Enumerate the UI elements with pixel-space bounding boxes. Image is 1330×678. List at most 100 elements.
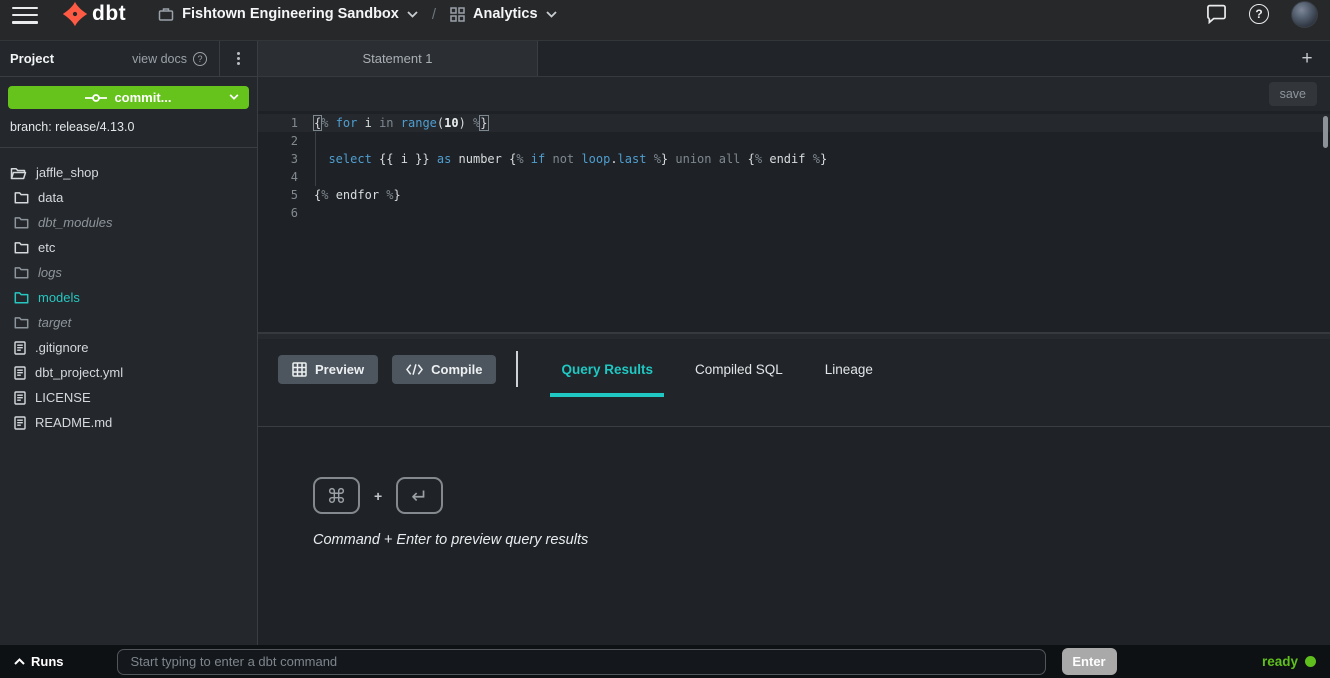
- line-number: 6: [258, 204, 298, 222]
- editor-tab-bar: Statement 1 +: [258, 41, 1330, 77]
- code-line-5[interactable]: 5 {% endfor %}: [258, 186, 1330, 204]
- results-panel-header: Preview Compile Query Results: [258, 339, 1330, 427]
- code-text: {% for i in range(10) %}: [314, 114, 488, 132]
- tree-item-label: logs: [38, 265, 62, 280]
- account-switcher[interactable]: Fishtown Engineering Sandbox: [158, 6, 418, 22]
- enter-button[interactable]: Enter: [1062, 648, 1117, 675]
- tree-item-label: models: [38, 290, 80, 305]
- enter-key-icon: ↵: [396, 477, 443, 514]
- branch-label: branch: release/4.13.0: [0, 109, 257, 148]
- account-name: Fishtown Engineering Sandbox: [182, 6, 399, 22]
- command-key-icon: ⌘: [313, 477, 360, 514]
- code-editor[interactable]: 1{% for i in range(10) %}23 select {{ i …: [258, 111, 1330, 333]
- dbt-logo-mark-icon: [62, 1, 88, 27]
- editor-scrollbar[interactable]: [1323, 116, 1328, 148]
- sidebar-title: Project: [0, 41, 54, 76]
- docs-help-icon: ?: [193, 52, 207, 66]
- toolbar-divider: [516, 351, 518, 387]
- code-text: select {{ i }} as number {% if not loop.…: [314, 150, 827, 168]
- breadcrumb-separator: /: [432, 6, 436, 23]
- tree-item-dbt-modules[interactable]: dbt_modules: [0, 210, 257, 235]
- code-line-4[interactable]: 4: [258, 168, 1330, 186]
- git-commit-icon: [85, 93, 107, 103]
- tab-query-results[interactable]: Query Results: [540, 350, 674, 388]
- tab-compiled-sql[interactable]: Compiled SQL: [674, 350, 804, 388]
- tree-item-dbt-project-yml[interactable]: dbt_project.yml: [0, 360, 257, 385]
- new-tab-button[interactable]: +: [1284, 41, 1330, 76]
- sidebar-header: Project view docs ?: [0, 41, 257, 77]
- dbt-ide-app: dbt Fishtown Engineering Sandbox / Analy…: [0, 0, 1330, 678]
- folder-icon: [14, 316, 29, 329]
- tree-item-label: LICENSE: [35, 390, 91, 405]
- line-number: 5: [258, 186, 298, 204]
- code-line-6[interactable]: 6: [258, 204, 1330, 222]
- view-docs-link[interactable]: view docs ?: [132, 41, 219, 76]
- save-button[interactable]: save: [1269, 82, 1317, 106]
- code-line-3[interactable]: 3 select {{ i }} as number {% if not loo…: [258, 150, 1330, 168]
- plus-separator: +: [374, 488, 382, 504]
- help-icon[interactable]: ?: [1249, 4, 1269, 24]
- project-sidebar: Project view docs ? commit... branch: [0, 41, 258, 645]
- editor-area: Statement 1 + save 1{% for i in range(10…: [258, 41, 1330, 645]
- indent-guide: [315, 132, 316, 186]
- folder-icon: [14, 191, 29, 204]
- tree-item-etc[interactable]: etc: [0, 235, 257, 260]
- tab-label: Lineage: [825, 362, 873, 377]
- tree-item-jaffle-shop[interactable]: jaffle_shop: [0, 160, 257, 185]
- preview-label: Preview: [315, 362, 364, 377]
- tree-item-label: dbt_modules: [38, 215, 112, 230]
- dbt-command-input[interactable]: [117, 649, 1046, 675]
- tree-item-label: target: [38, 315, 71, 330]
- tab-statement-1[interactable]: Statement 1: [258, 41, 538, 76]
- kebab-menu-icon[interactable]: [219, 41, 257, 76]
- tree-item-label: README.md: [35, 415, 112, 430]
- tree-item-license[interactable]: LICENSE: [0, 385, 257, 410]
- tree-item-target[interactable]: target: [0, 310, 257, 335]
- line-number: 4: [258, 168, 298, 186]
- chat-icon[interactable]: [1206, 4, 1227, 24]
- line-number: 2: [258, 132, 298, 150]
- grid-icon: [450, 7, 465, 22]
- commit-button[interactable]: commit...: [8, 86, 249, 109]
- table-icon: [292, 362, 307, 377]
- status-label: ready: [1262, 654, 1298, 669]
- tree-item-readme-md[interactable]: README.md: [0, 410, 257, 435]
- status-dot-icon: [1305, 656, 1316, 667]
- file-icon: [14, 391, 26, 405]
- hamburger-menu-icon[interactable]: [12, 7, 38, 24]
- runs-toggle[interactable]: Runs: [14, 654, 64, 669]
- code-text: {% endfor %}: [314, 186, 401, 204]
- tree-item-label: etc: [38, 240, 55, 255]
- file-icon: [14, 341, 26, 355]
- user-avatar[interactable]: [1291, 1, 1318, 28]
- query-results-area: ⌘ + ↵ Command + Enter to preview query r…: [258, 427, 1330, 645]
- view-docs-label: view docs: [132, 52, 187, 66]
- tree-item-label: dbt_project.yml: [35, 365, 123, 380]
- file-tree: jaffle_shopdata dbt_modulesetc logs models t…: [0, 148, 257, 435]
- help-glyph: ?: [1255, 7, 1262, 21]
- compile-button[interactable]: Compile: [392, 355, 496, 384]
- chevron-down-icon: [407, 11, 418, 18]
- tab-label: Compiled SQL: [695, 362, 783, 377]
- briefcase-icon: [158, 6, 174, 22]
- tree-item-data[interactable]: data: [0, 185, 257, 210]
- chevron-down-icon: [546, 11, 557, 18]
- status-badge: ready: [1262, 654, 1316, 669]
- line-number: 3: [258, 150, 298, 168]
- folder-icon: [14, 216, 29, 229]
- folder-icon: [14, 291, 29, 304]
- project-switcher[interactable]: Analytics: [450, 6, 556, 22]
- tree-item-logs[interactable]: logs: [0, 260, 257, 285]
- preview-hint-text: Command + Enter to preview query results: [313, 532, 1330, 548]
- file-icon: [14, 416, 26, 430]
- dbt-logo: dbt: [62, 1, 126, 27]
- editor-toolbar: save: [258, 77, 1330, 111]
- tree-item--gitignore[interactable]: .gitignore: [0, 335, 257, 360]
- tab-label: Query Results: [561, 362, 653, 377]
- top-navigation-bar: dbt Fishtown Engineering Sandbox / Analy…: [0, 0, 1330, 40]
- code-line-1[interactable]: 1{% for i in range(10) %}: [258, 114, 1330, 132]
- tab-lineage[interactable]: Lineage: [804, 350, 894, 388]
- preview-button[interactable]: Preview: [278, 355, 378, 384]
- code-line-2[interactable]: 2: [258, 132, 1330, 150]
- tree-item-models[interactable]: models: [0, 285, 257, 310]
